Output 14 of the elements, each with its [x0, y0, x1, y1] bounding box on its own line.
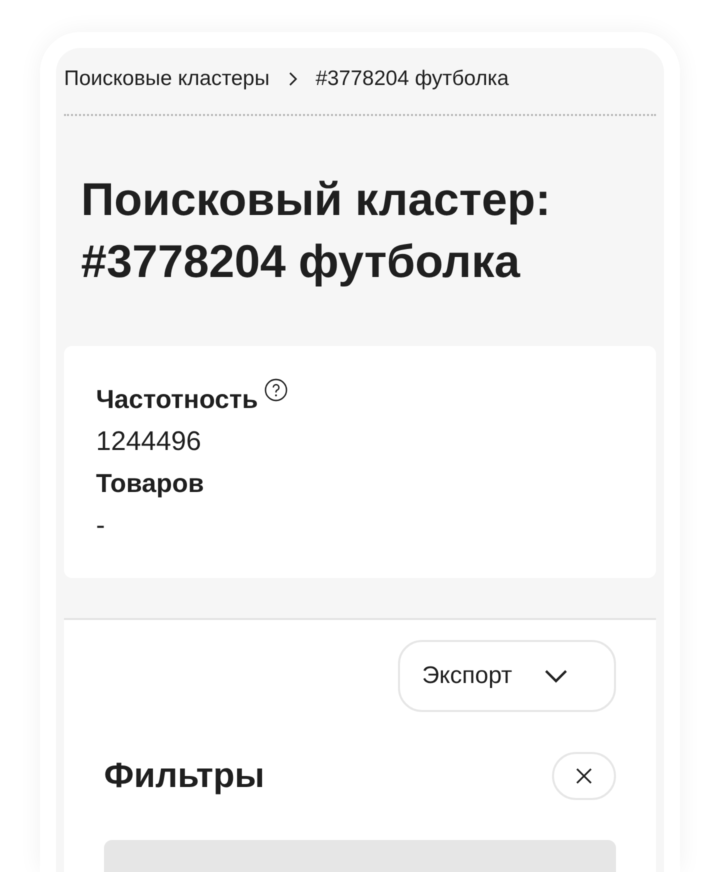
stat-label: Товаров: [96, 467, 204, 500]
chevron-right-icon: [288, 71, 298, 87]
page-title: Поисковый кластер: #3778204 футболка: [81, 172, 552, 289]
close-button[interactable]: [552, 752, 616, 800]
stat-value: -: [96, 509, 106, 542]
export-dropdown[interactable]: Экспорт: [398, 640, 616, 712]
breadcrumb-link[interactable]: #3778204 футболка: [316, 67, 509, 91]
breadcrumb-link[interactable]: Поисковые кластеры: [64, 67, 270, 91]
help-icon[interactable]: [264, 378, 288, 402]
stat-label: Частотность: [96, 383, 258, 416]
close-icon: [575, 767, 593, 785]
stat-value: 1244496: [96, 425, 202, 458]
filters-heading: Фильтры: [104, 756, 264, 796]
chevron-down-icon: [544, 669, 568, 683]
